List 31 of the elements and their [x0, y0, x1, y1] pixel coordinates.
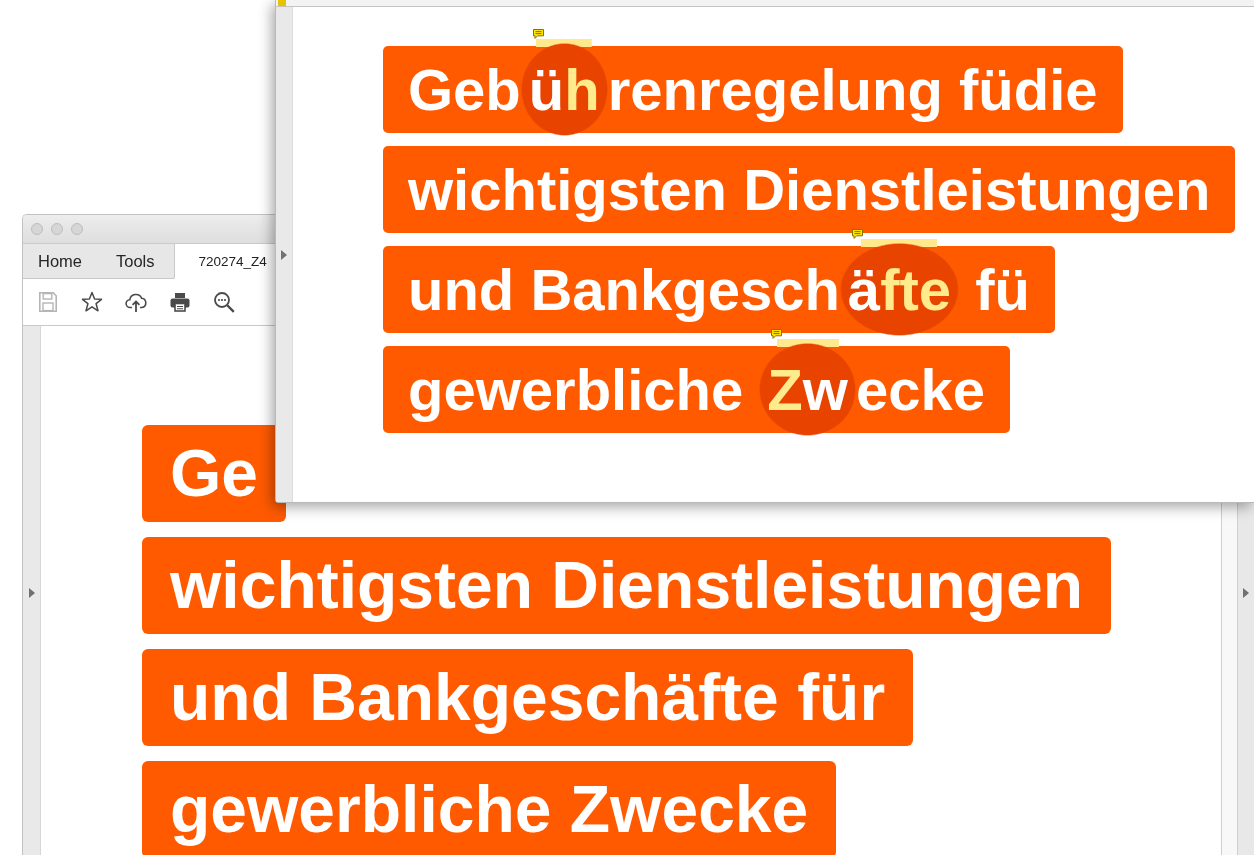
marker-icon — [278, 0, 286, 6]
heading-text: Ge — [170, 435, 259, 512]
heading-text: fü — [974, 256, 1030, 324]
highlighted-text: h — [564, 56, 600, 124]
heading-text: und Bankgeschäfte für — [170, 659, 886, 736]
heading-text: wichtigsten Dienstleistungen — [170, 547, 1084, 624]
comment-icon[interactable] — [532, 29, 544, 39]
heading-text: Geb — [408, 56, 521, 124]
highlighted-text: w — [802, 356, 848, 424]
tab[interactable]: Tools — [101, 244, 174, 279]
expand-arrow-icon[interactable] — [281, 249, 287, 260]
cloud-upload-icon[interactable] — [125, 291, 147, 313]
comment-icon[interactable] — [851, 229, 863, 239]
expand-arrow-icon[interactable] — [1243, 587, 1249, 598]
printer-icon[interactable] — [169, 291, 191, 313]
tab[interactable]: Home — [23, 244, 101, 279]
highlighted-text: ä — [847, 256, 881, 324]
star-icon[interactable] — [81, 291, 103, 313]
heading-text: wichtigsten Dienstleistungen — [408, 156, 1211, 224]
heading-text: ecke — [855, 356, 985, 424]
highlighted-text: Z — [767, 356, 803, 424]
highlighted-text: ü — [528, 56, 565, 124]
tab[interactable]: 720274_Z4 — [173, 244, 267, 279]
heading-text: renregelung füdie — [607, 56, 1098, 124]
heading-text: und Bankgesch — [408, 256, 840, 324]
heading-text: gewerbliche Zwecke — [170, 771, 809, 848]
comment-icon[interactable] — [771, 329, 783, 339]
highlighted-text: fte — [880, 256, 951, 324]
magnifier-icon[interactable] — [213, 291, 235, 313]
expand-arrow-icon[interactable] — [28, 587, 35, 598]
heading-text: gewerbliche — [408, 356, 745, 424]
